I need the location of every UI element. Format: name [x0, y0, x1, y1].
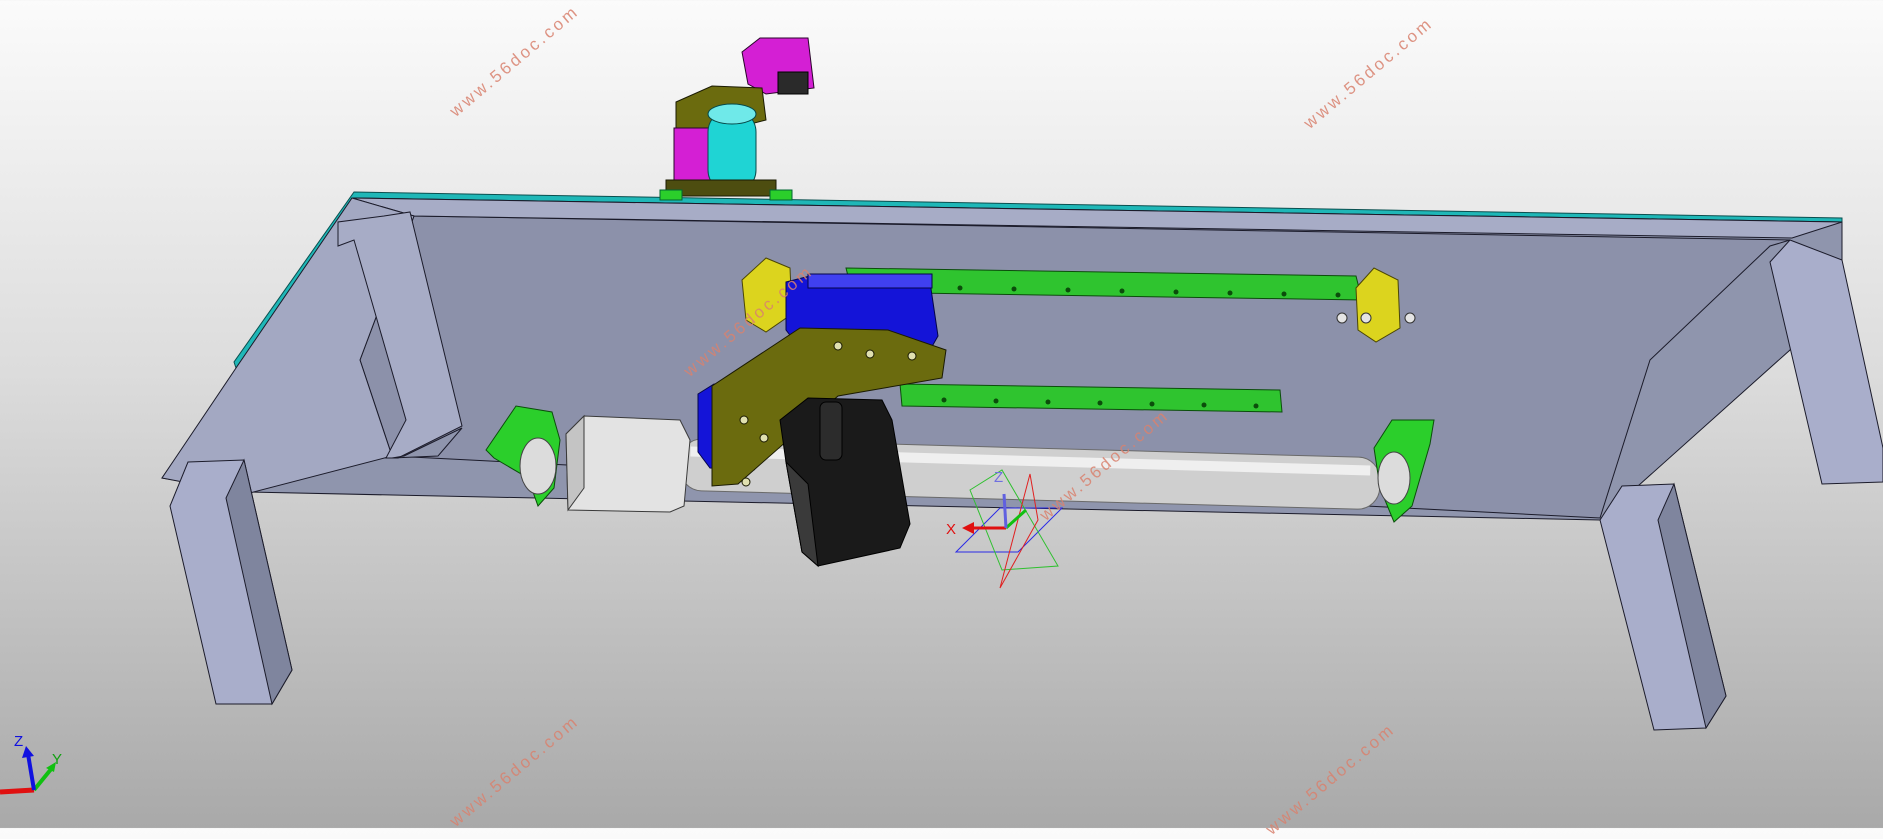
model-x-label: X: [946, 521, 956, 538]
left-bearing: [519, 437, 557, 495]
triad-z-label: Z: [14, 733, 23, 750]
cad-3d-viewport[interactable]: X Z Z Y www.56doc.com www.56doc.com www.…: [0, 0, 1883, 839]
green-foot-right: [769, 189, 793, 201]
model-z-axis: [1002, 493, 1008, 529]
triad-z-axis: [26, 753, 36, 791]
cad-model-canvas[interactable]: X Z Z Y: [0, 0, 1883, 828]
triad-x-axis: [0, 787, 35, 795]
cyan-cylinder-cap: [707, 103, 757, 125]
upper-carriage-top: [807, 273, 933, 289]
right-bearing: [1377, 451, 1411, 505]
triad-y-label: Y: [52, 751, 62, 768]
support-block[interactable]: [565, 415, 691, 513]
right-rear-post[interactable]: [1769, 239, 1883, 485]
view-orientation-triad[interactable]: Z Y: [0, 733, 62, 795]
triad-z-arrow: [22, 746, 34, 758]
model-z-label: Z: [994, 469, 1003, 486]
magenta-block-dark: [777, 71, 809, 95]
triad-y-axis: [32, 766, 54, 792]
model-x-arrow: [962, 522, 974, 534]
motor-connector: [819, 401, 843, 461]
vertical-axis-assembly[interactable]: [659, 37, 815, 201]
green-foot-left: [659, 189, 683, 201]
